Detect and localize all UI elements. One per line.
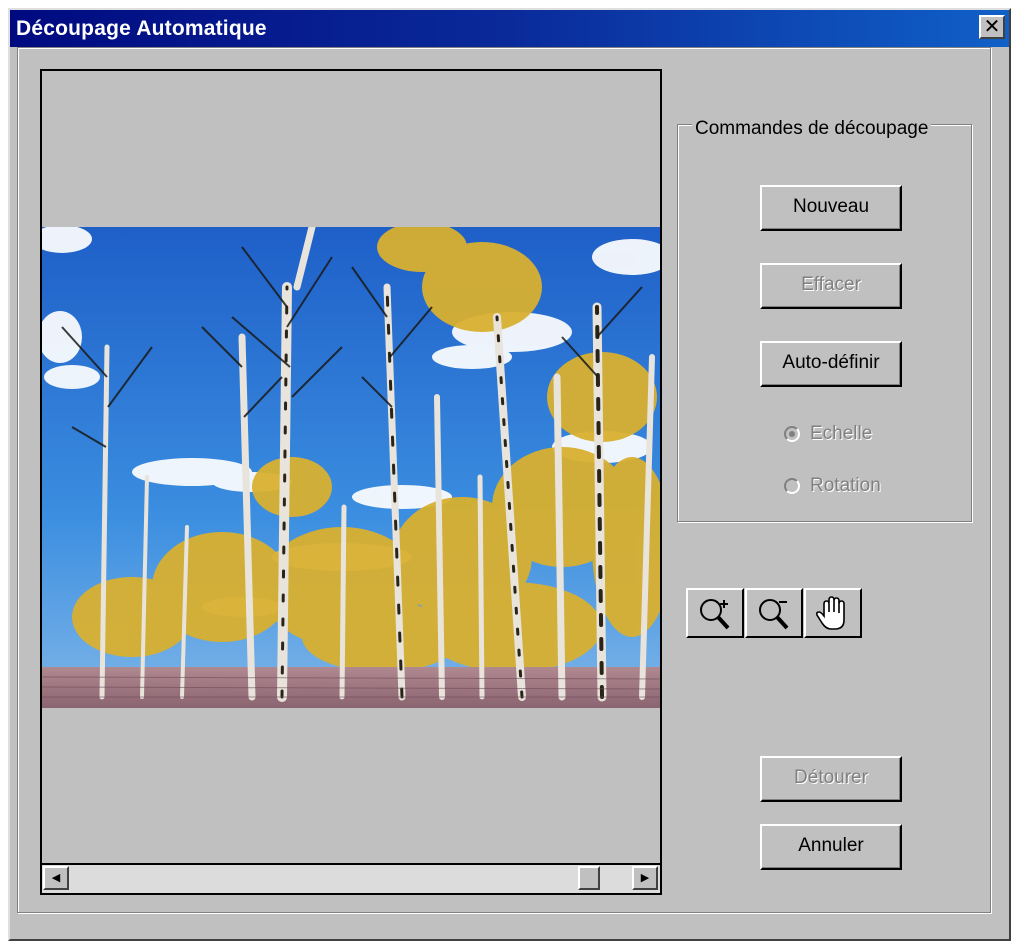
erase-button[interactable]: Effacer bbox=[760, 263, 902, 309]
scroll-thumb[interactable] bbox=[578, 866, 600, 890]
pan-button[interactable] bbox=[804, 588, 862, 638]
title-bar[interactable]: Découpage Automatique ✕ bbox=[10, 10, 1009, 47]
crop-commands-title: Commandes de découpage bbox=[692, 118, 932, 140]
zoom-in-button[interactable] bbox=[686, 588, 744, 638]
crop-commands-group bbox=[677, 124, 972, 522]
crop-button-label: Détourer bbox=[794, 767, 868, 788]
crop-button[interactable]: Détourer bbox=[760, 756, 902, 802]
scale-radio-label: Echelle bbox=[810, 423, 873, 444]
rotation-radio-label: Rotation bbox=[810, 475, 881, 496]
new-button[interactable]: Nouveau bbox=[760, 185, 902, 231]
left-arrow-icon: ◀ bbox=[51, 871, 61, 884]
scroll-right-button[interactable]: ▶ bbox=[632, 866, 658, 890]
cancel-button[interactable]: Annuler bbox=[760, 824, 902, 870]
preview-pane[interactable]: ◀ ▶ bbox=[40, 69, 662, 895]
auto-define-button-label: Auto-définir bbox=[782, 352, 880, 373]
cancel-button-label: Annuler bbox=[798, 835, 864, 856]
hand-icon bbox=[815, 596, 845, 630]
radio-selected-icon bbox=[784, 426, 800, 442]
new-button-label: Nouveau bbox=[792, 196, 870, 217]
zoom-out-icon bbox=[759, 599, 789, 630]
scroll-left-button[interactable]: ◀ bbox=[43, 866, 69, 890]
radio-unselected-icon bbox=[784, 478, 800, 494]
zoom-out-button[interactable] bbox=[745, 588, 803, 638]
horizontal-scrollbar[interactable]: ◀ ▶ bbox=[42, 863, 660, 893]
auto-define-button[interactable]: Auto-définir bbox=[760, 341, 902, 387]
view-tools bbox=[686, 588, 862, 638]
close-icon: ✕ bbox=[983, 14, 1001, 38]
erase-button-label: Effacer bbox=[801, 274, 861, 295]
zoom-in-icon bbox=[700, 599, 730, 630]
window-title: Découpage Automatique bbox=[16, 17, 267, 40]
aspen-forest-photo bbox=[42, 227, 660, 708]
right-arrow-icon: ▶ bbox=[640, 871, 650, 884]
close-button[interactable]: ✕ bbox=[979, 15, 1005, 39]
scanned-photo[interactable] bbox=[42, 227, 660, 708]
